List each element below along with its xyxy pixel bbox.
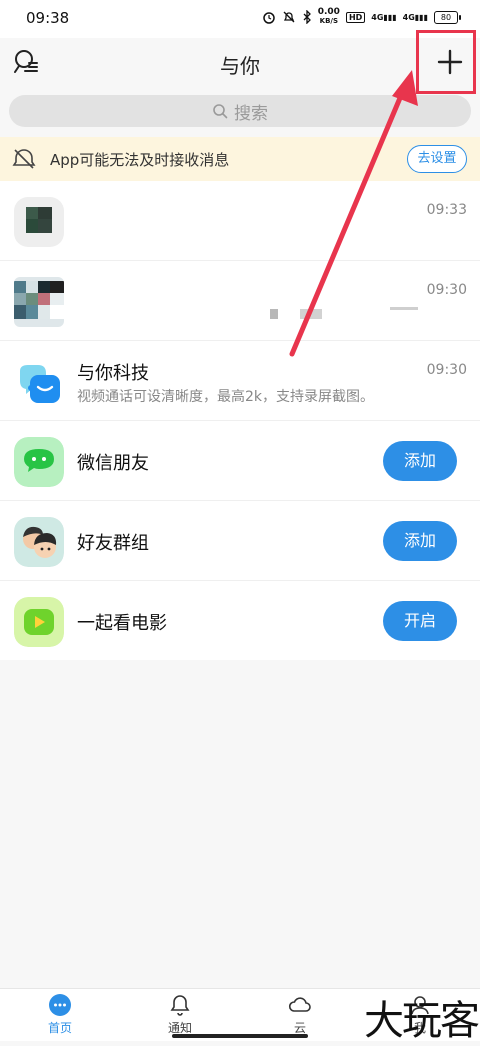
chat-name: 与你科技	[77, 363, 149, 384]
search-placeholder: 搜索	[234, 103, 268, 124]
notification-warning-banner: App可能无法及时接收消息 去设置	[0, 137, 480, 181]
net-speed: 0.00 KB/S	[317, 7, 340, 26]
watermark: 大玩客	[364, 998, 480, 1044]
status-bar: 09:38 0.00 KB/S HD 4G▮▮▮ 4G▮▮▮ 80	[0, 0, 480, 38]
add-friend-groups-button[interactable]: 添加	[383, 521, 457, 561]
chat-bubble-icon	[49, 994, 71, 1016]
mute-icon	[283, 11, 295, 23]
chat-time: 09:30	[426, 282, 467, 298]
yuni-logo-icon	[20, 365, 60, 403]
app-header: 与你	[0, 38, 480, 86]
status-icons: 0.00 KB/S HD 4G▮▮▮ 4G▮▮▮ 80	[262, 7, 461, 26]
search-icon	[213, 104, 228, 119]
feature-name: 微信朋友	[77, 453, 149, 474]
battery-icon: 80	[434, 10, 461, 24]
signal-4g-1: 4G▮▮▮	[371, 12, 397, 22]
conversation-list: 09:33 09:30 与你科技 视频通话可设清晰度，最高2k，支持录屏截图。 …	[0, 181, 480, 660]
bluetooth-icon	[303, 10, 311, 24]
chat-row-yuni-tech[interactable]: 与你科技 视频通话可设清晰度，最高2k，支持录屏截图。 09:30	[0, 341, 480, 421]
feature-name: 一起看电影	[77, 613, 167, 634]
chat-time: 09:33	[426, 202, 467, 218]
notice-text: App可能无法及时接收消息	[50, 151, 230, 169]
status-time: 09:38	[26, 9, 70, 27]
tab-cloud[interactable]: 云	[270, 993, 330, 1037]
signal-4g-2: 4G▮▮▮	[402, 12, 428, 22]
feature-row-friend-groups: 好友群组 添加	[0, 501, 480, 581]
chat-row[interactable]: 09:33	[0, 181, 480, 261]
tab-notifications[interactable]: 通知	[150, 993, 210, 1037]
message-preview-pixelated	[270, 309, 278, 319]
search-bar[interactable]: 搜索	[9, 95, 471, 127]
go-settings-button[interactable]: 去设置	[407, 145, 467, 173]
chat-row[interactable]: 09:30	[0, 261, 480, 341]
wechat-icon	[14, 437, 64, 487]
movie-icon	[14, 597, 64, 647]
enable-watch-movie-button[interactable]: 开启	[383, 601, 457, 641]
hd-badge: HD	[345, 11, 366, 23]
tab-home[interactable]: 首页	[30, 993, 90, 1037]
feature-row-wechat-friends: 微信朋友 添加	[0, 421, 480, 501]
bell-icon	[170, 995, 190, 1016]
feature-name: 好友群组	[77, 533, 149, 554]
cloud-icon	[288, 997, 311, 1012]
feature-row-watch-movie: 一起看电影 开启	[0, 581, 480, 660]
annotation-highlight-box	[416, 30, 476, 94]
page-title: 与你	[220, 54, 260, 78]
chat-time: 09:30	[426, 362, 467, 378]
chat-message: 视频通话可设清晰度，最高2k，支持录屏截图。	[77, 389, 375, 405]
tab-label: 首页	[47, 1021, 72, 1035]
avatar-pixelated	[14, 197, 64, 247]
avatar-pixelated	[14, 277, 64, 327]
home-indicator[interactable]	[172, 1034, 308, 1038]
alarm-icon	[262, 12, 275, 24]
notification-off-icon	[12, 149, 36, 169]
group-icon	[14, 517, 64, 567]
add-wechat-friends-button[interactable]: 添加	[383, 441, 457, 481]
message-preview-pixelated	[300, 309, 322, 319]
message-preview-pixelated	[390, 307, 418, 310]
